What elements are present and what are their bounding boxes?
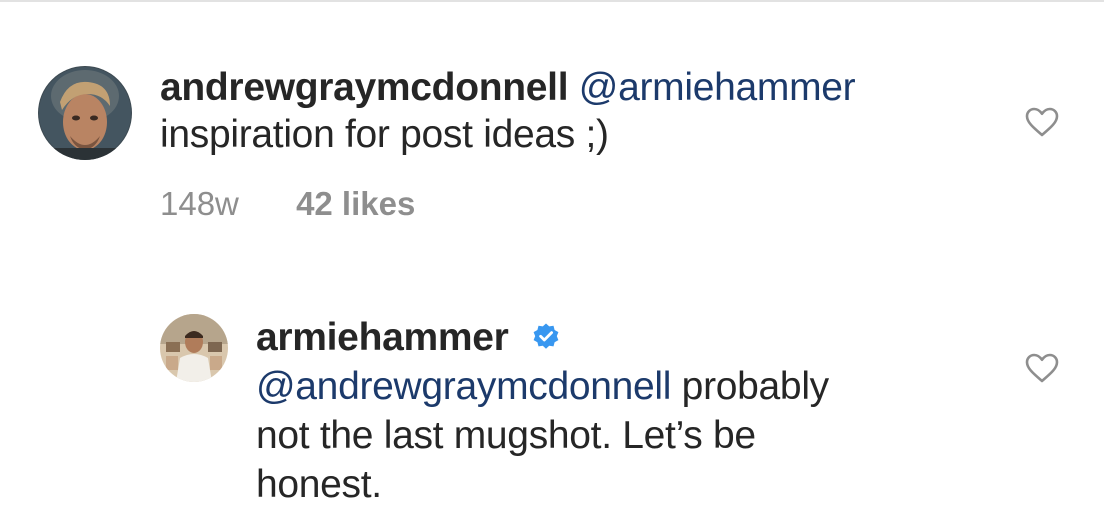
profile-photo-icon (38, 66, 132, 160)
comment-age: 148w (160, 185, 239, 222)
comment-meta: 148w 42 likes (160, 184, 415, 224)
reply-text: @andrewgraymcdonnell probably not the la… (256, 362, 956, 509)
heart-outline-icon (1025, 107, 1059, 137)
reply-body-line1: probably (671, 365, 830, 408)
reply-header: armiehammer (256, 314, 561, 361)
comment-text: andrewgraymcdonnell @armiehammer inspira… (160, 64, 960, 158)
comments-screen: andrewgraymcdonnell @armiehammer inspira… (0, 0, 1104, 522)
heart-outline-icon (1025, 353, 1059, 383)
like-comment-button[interactable] (1024, 106, 1060, 138)
reply-mention[interactable]: @andrewgraymcdonnell (256, 365, 671, 408)
comment-likes-count[interactable]: 42 likes (296, 185, 415, 222)
commenter-avatar[interactable] (38, 66, 132, 160)
profile-photo-icon (160, 314, 228, 382)
verified-badge-icon (531, 322, 561, 352)
reply-username[interactable]: armiehammer (256, 316, 509, 359)
comment-username[interactable]: andrewgraymcdonnell (160, 66, 569, 109)
comment: andrewgraymcdonnell @armiehammer inspira… (0, 0, 1104, 250)
like-reply-button[interactable] (1024, 352, 1060, 384)
comment-body: inspiration for post ideas ;) (160, 113, 609, 156)
reply-body-line3: honest. (256, 463, 382, 506)
reply-avatar[interactable] (160, 314, 228, 382)
reply-body-line2: not the last mugshot. Let’s be (256, 414, 756, 457)
comment-mention[interactable]: @armiehammer (579, 66, 856, 109)
